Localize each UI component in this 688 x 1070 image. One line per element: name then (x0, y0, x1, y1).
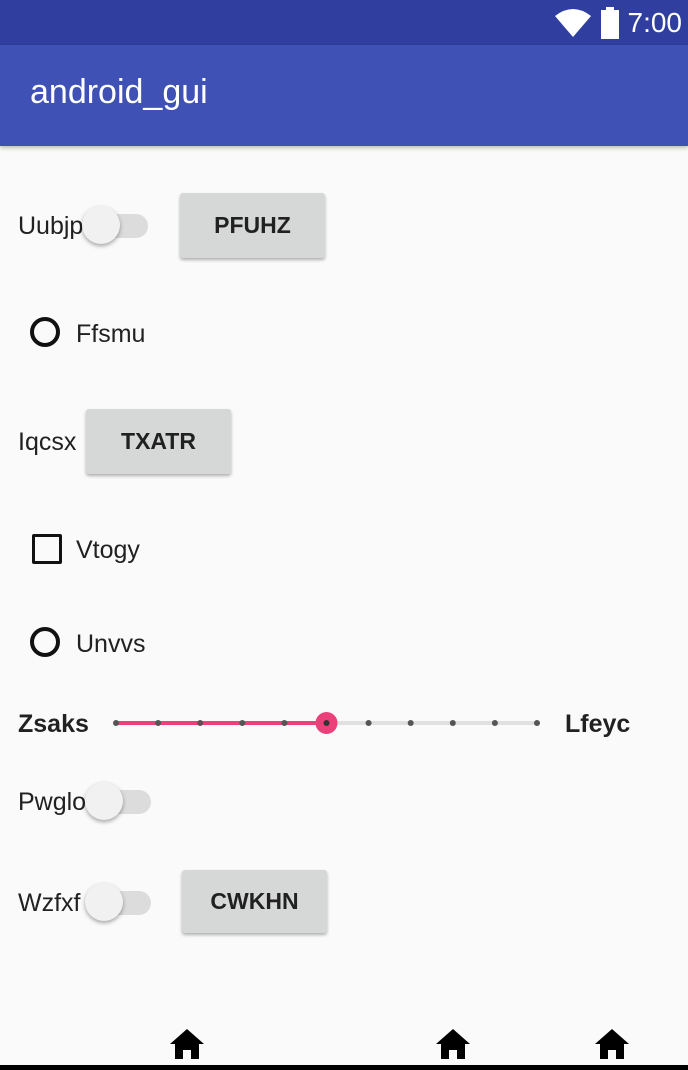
app-bar: android_gui (0, 45, 688, 146)
seekbar[interactable] (100, 705, 552, 741)
seekbar-tick (449, 720, 456, 726)
uubjp-label: Uubjp (18, 212, 84, 240)
switch-thumb (85, 782, 123, 820)
app-title: android_gui (30, 73, 208, 111)
unvvs-radio[interactable] (30, 627, 60, 657)
seekbar-tick (239, 720, 246, 726)
switch-thumb (82, 206, 120, 244)
iqcsx-label: Iqcsx (18, 428, 77, 456)
pwglo-switch[interactable] (85, 781, 151, 821)
clock: 7:00 (627, 6, 683, 38)
ffsmu-radio[interactable] (30, 317, 60, 347)
seekbar-tick (491, 720, 498, 726)
wzfxf-label: Wzfxf (18, 889, 81, 917)
seekbar-tick (534, 720, 540, 726)
seekbar-thumb-dot (323, 720, 330, 726)
lfeyc-label: Lfeyc (565, 710, 631, 738)
navigation-bar (0, 1010, 688, 1070)
vtogy-label: Vtogy (76, 536, 140, 564)
seekbar-tick (155, 720, 162, 726)
ffsmu-label: Ffsmu (76, 320, 146, 348)
seekbar-tick (113, 720, 119, 726)
txatr-button[interactable]: TXATR (86, 409, 231, 474)
unvvs-label: Unvvs (76, 630, 146, 658)
seekbar-tick (407, 720, 414, 726)
seekbar-tick (197, 720, 204, 726)
cwkhn-button[interactable]: CWKHN (182, 870, 327, 933)
wzfxf-switch[interactable] (85, 882, 151, 922)
zsaks-label: Zsaks (18, 710, 89, 738)
nav-divider (0, 1065, 688, 1070)
home-icon[interactable] (594, 1028, 630, 1060)
switch-thumb (85, 883, 123, 921)
pwglo-label: Pwglo (18, 788, 87, 816)
vtogy-checkbox[interactable] (32, 534, 62, 564)
seekbar-tick (281, 720, 288, 726)
battery-icon (600, 6, 619, 39)
home-icon[interactable] (435, 1028, 471, 1060)
status-bar: 7:00 (0, 0, 688, 45)
wifi-icon (554, 8, 591, 37)
uubjp-switch[interactable] (82, 205, 148, 245)
pfuhz-button[interactable]: PFUHZ (180, 193, 325, 258)
home-icon[interactable] (169, 1028, 205, 1060)
seekbar-tick (365, 720, 372, 726)
